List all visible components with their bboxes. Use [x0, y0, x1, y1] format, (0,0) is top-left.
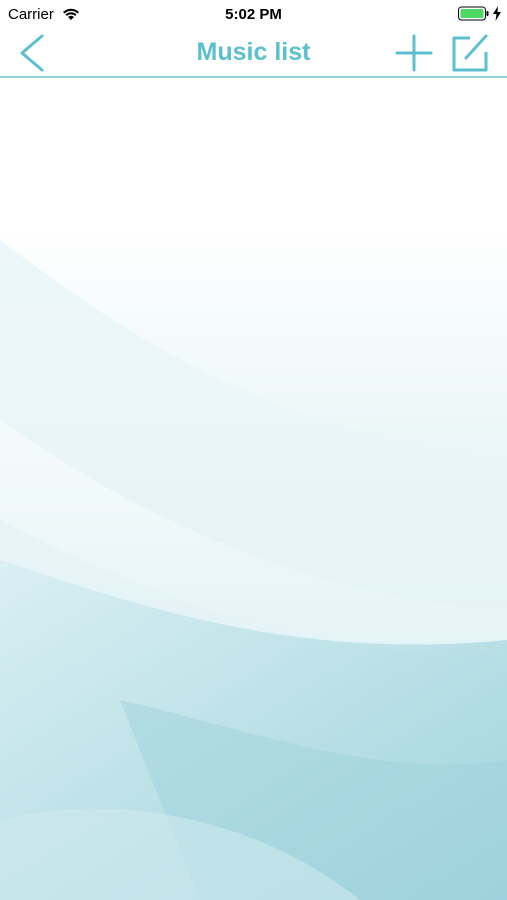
- plus-icon: [392, 32, 436, 74]
- edit-button[interactable]: [448, 32, 492, 74]
- navigation-bar: Music list: [0, 28, 507, 76]
- edit-icon: [448, 32, 492, 74]
- nav-divider: [0, 76, 507, 78]
- status-bar: Carrier 5:02 PM: [0, 0, 507, 28]
- music-list: [0, 78, 507, 900]
- charging-bolt-icon: [492, 6, 502, 21]
- battery-icon: [458, 6, 490, 21]
- status-time: 5:02 PM: [225, 6, 282, 23]
- add-button[interactable]: [392, 32, 436, 74]
